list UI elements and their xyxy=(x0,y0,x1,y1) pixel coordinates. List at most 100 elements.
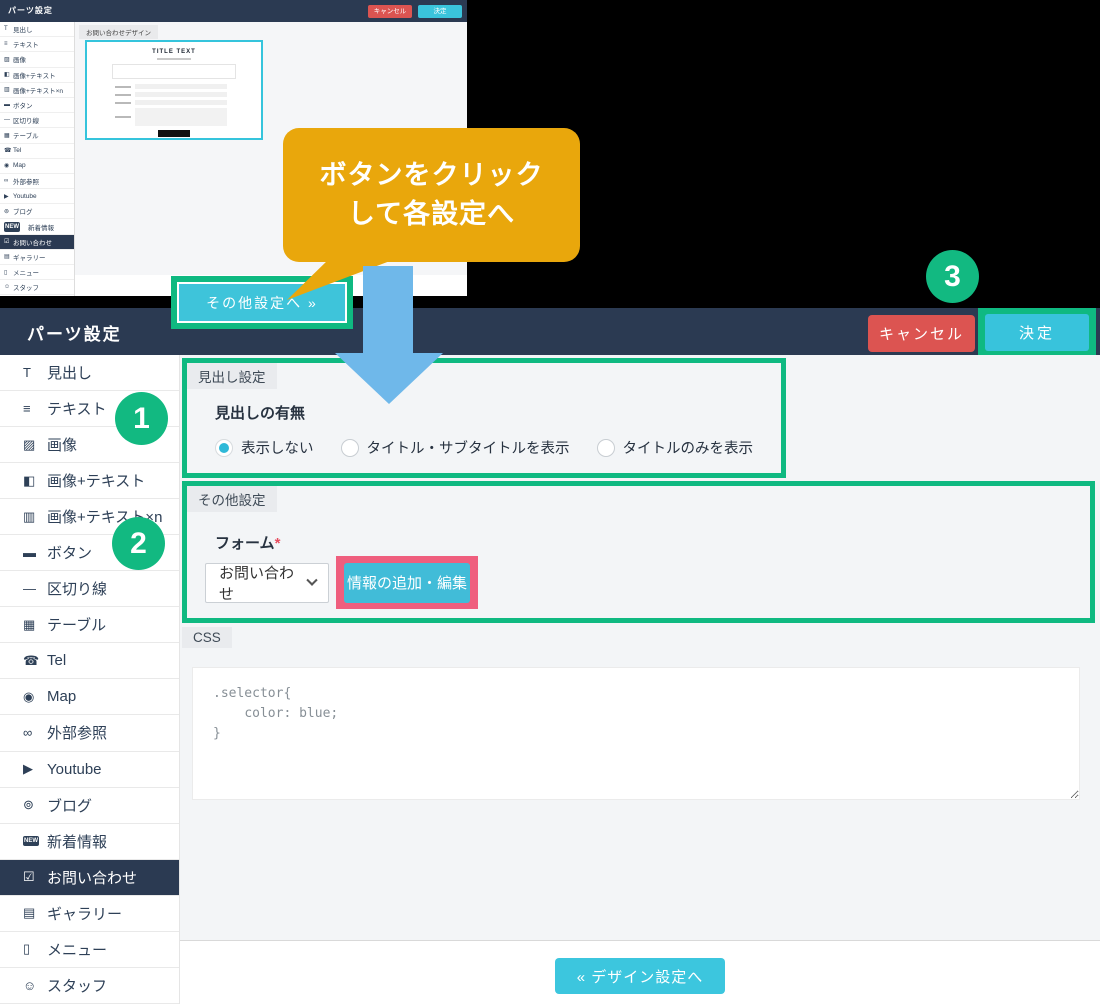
sidebar-item-icon: ▨ xyxy=(23,436,36,452)
mini-form-textarea-bar xyxy=(135,108,227,126)
sidebar-item-13: ⊚ ブログ xyxy=(0,204,74,220)
css-code-textarea[interactable]: .selector{ color: blue; } xyxy=(192,667,1080,800)
sidebar-item-10: ◉ Map xyxy=(0,159,74,174)
mini-form-row xyxy=(115,108,261,126)
page-title: パーツ設定 xyxy=(27,325,122,344)
form-label-text: フォーム xyxy=(215,535,275,552)
content-footer: « デザイン設定へ xyxy=(180,940,1100,1004)
sidebar-item-1: T 見出し xyxy=(0,22,74,38)
sidebar-item-16[interactable]: ▤ ギャラリー xyxy=(0,896,179,932)
sidebar-item-icon: ◉ xyxy=(4,163,10,170)
css-tab: CSS xyxy=(182,627,232,648)
sidebar-item-label: 新着情報 xyxy=(28,224,54,232)
mini-submit-button-bar xyxy=(158,130,190,137)
back-to-design-button[interactable]: « デザイン設定へ xyxy=(555,958,725,994)
main-header-bar: パーツ設定 キャンセル 決定 xyxy=(0,308,1100,357)
sidebar-item-label: ブログ xyxy=(47,797,93,815)
sidebar-item-icon: ☑ xyxy=(23,869,35,885)
sidebar-item-8[interactable]: ▦ テーブル xyxy=(0,607,179,644)
mini-design-tab: お問い合わせデザイン xyxy=(79,25,158,39)
sidebar-item-14: NEW 新着情報 xyxy=(0,219,74,235)
mini-preview-title: TITLE TEXT xyxy=(152,49,196,55)
sidebar-item-17: ▯ メニュー xyxy=(0,265,74,281)
sidebar-item-icon: ▦ xyxy=(23,616,36,632)
radio-option-2[interactable]: タイトル・サブタイトルを表示 xyxy=(340,437,570,458)
sidebar-item-label: 画像+テキスト×n xyxy=(13,87,64,95)
mini-form-row xyxy=(115,84,261,89)
sidebar-item-label: Map xyxy=(47,688,77,706)
sidebar-item-label: 画像 xyxy=(13,57,26,65)
sidebar-item-label: ボタン xyxy=(47,545,93,563)
mini-ok-button: 決定 xyxy=(418,5,462,18)
callout-bubble: ボタンをクリック して各設定へ xyxy=(283,128,580,262)
mini-form-field-bar xyxy=(135,84,227,89)
sidebar-item-14[interactable]: NEW 新着情報 xyxy=(0,824,179,860)
sidebar-item-icon: ▯ xyxy=(23,941,31,957)
heading-settings-section: 見出し設定 見出しの有無 表示しない タイトル・サブタイトルを表示 タイトルのみを表… xyxy=(182,358,786,478)
form-select[interactable]: お問い合わせ xyxy=(205,563,329,603)
sidebar-item-icon: ▶ xyxy=(4,193,9,200)
required-asterisk: * xyxy=(274,535,281,552)
sidebar-item-15[interactable]: ☑ お問い合わせ xyxy=(0,859,179,896)
mini-form-preview: TITLE TEXT xyxy=(85,40,263,140)
sidebar-item-13[interactable]: ⊚ ブログ xyxy=(0,788,179,824)
sidebar-item-11[interactable]: ∞ 外部参照 xyxy=(0,715,179,752)
sidebar-item-12[interactable]: ▶ Youtube xyxy=(0,752,179,788)
sidebar-item-18[interactable]: ☺ スタッフ xyxy=(0,968,179,1004)
sidebar-item-icon: ▦ xyxy=(4,132,10,139)
sidebar-item-icon: ▥ xyxy=(23,508,36,524)
sidebar-item-label: 見出し xyxy=(47,365,93,383)
mini-form-field-bar xyxy=(135,92,227,97)
sidebar-item-4: ◧ 画像+テキスト xyxy=(0,68,74,83)
sidebar-item-icon: ▤ xyxy=(4,254,10,261)
cancel-button[interactable]: キャンセル xyxy=(868,315,975,352)
mini-header-bar: パーツ設定 キャンセル 決定 xyxy=(0,0,467,22)
sidebar-item-icon: T xyxy=(23,365,31,381)
tutorial-screenshot: パーツ設定 キャンセル 決定 T 見出し ≡ テキスト ▨ 画像 ◧ 画像+テキスト ▥ 画像+テ… xyxy=(0,0,1100,1004)
sidebar-item-icon: ☺ xyxy=(23,977,37,993)
sidebar-item-10[interactable]: ◉ Map xyxy=(0,679,179,716)
radio-option-label: 表示しない xyxy=(241,441,314,457)
sidebar-item-icon: ◉ xyxy=(23,688,35,704)
add-edit-info-button[interactable]: 情報の追加・編集 xyxy=(344,562,470,603)
sidebar-item-6: ▬ ボタン xyxy=(0,98,74,114)
radio-option-1[interactable]: 表示しない xyxy=(215,437,314,458)
sidebar-item-icon: ◧ xyxy=(23,472,36,488)
sidebar-item-17[interactable]: ▯ メニュー xyxy=(0,932,179,968)
sidebar-item-label: テキスト xyxy=(13,42,39,50)
other-settings-tab: その他設定 xyxy=(187,486,277,512)
sidebar-item-8: ▦ テーブル xyxy=(0,128,74,144)
radio-unselected-icon[interactable] xyxy=(596,438,615,457)
radio-selected-icon[interactable] xyxy=(215,438,233,457)
radio-option-3[interactable]: タイトルのみを表示 xyxy=(596,437,753,458)
sidebar-item-label: メニュー xyxy=(47,941,108,959)
sidebar-item-label: 区切り線 xyxy=(13,118,39,126)
mini-form-field-bar xyxy=(135,100,227,105)
ok-button[interactable]: 決定 xyxy=(985,314,1089,351)
sidebar-item-label: Map xyxy=(13,162,26,170)
sidebar-item-7[interactable]: — 区切り線 xyxy=(0,571,179,608)
sidebar-item-label: 見出し xyxy=(13,27,33,35)
sidebar-item-icon: ◧ xyxy=(4,72,10,79)
mini-field-label-bar xyxy=(115,85,131,88)
sidebar-item-icon: ▨ xyxy=(4,56,10,63)
sidebar-item-1[interactable]: T 見出し xyxy=(0,355,179,392)
sidebar-item-label: テーブル xyxy=(13,133,39,141)
sidebar-item-icon: ▬ xyxy=(23,545,36,561)
radio-option-label: タイトル・サブタイトルを表示 xyxy=(366,441,570,457)
radio-unselected-icon[interactable] xyxy=(340,438,359,457)
mini-cancel-button: キャンセル xyxy=(368,5,412,18)
sidebar-item-7: — 区切り線 xyxy=(0,113,74,129)
other-settings-button[interactable]: その他設定へ » xyxy=(177,282,347,323)
sidebar-item-15: ☑ お問い合わせ xyxy=(0,234,74,250)
sidebar-item-label: お問い合わせ xyxy=(47,869,138,887)
sidebar-item-9: ☎ Tel xyxy=(0,144,74,159)
other-settings-highlight-frame: その他設定へ » xyxy=(171,276,353,329)
sidebar-item-4[interactable]: ◧ 画像+テキスト xyxy=(0,463,179,500)
sidebar-item-icon: ∞ xyxy=(4,177,9,184)
sidebar-item-icon: T xyxy=(4,26,8,33)
sidebar-item-icon: ☎ xyxy=(23,652,40,668)
sidebar-item-9[interactable]: ☎ Tel xyxy=(0,643,179,680)
mini-form-input-bar xyxy=(112,64,236,79)
sidebar-item-label: テーブル xyxy=(47,617,107,635)
